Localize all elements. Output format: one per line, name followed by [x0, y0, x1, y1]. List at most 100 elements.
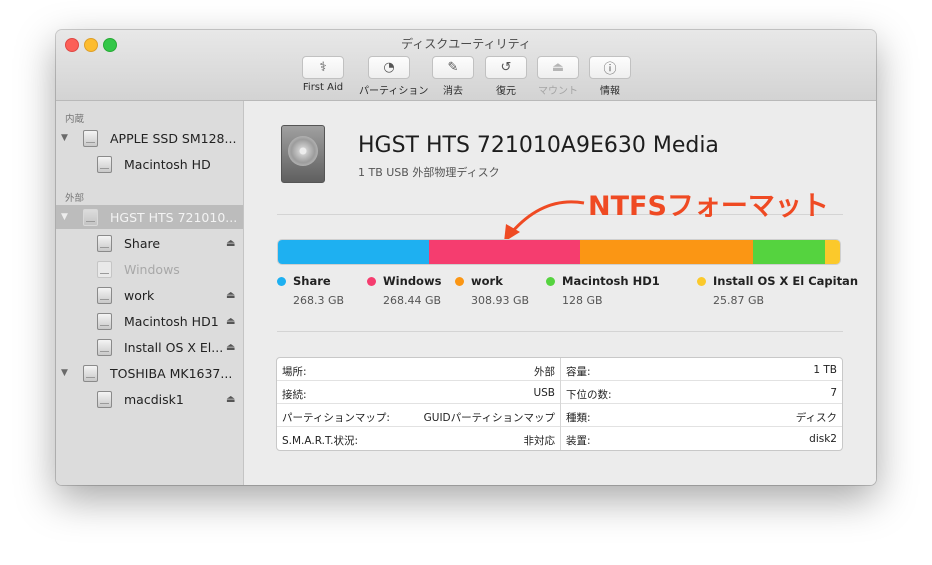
sidebar-item-label: APPLE SSD SM128...	[110, 130, 237, 146]
partition-icon: ◔	[368, 56, 410, 79]
info-row-smart: S.M.A.R.T.状況: 非対応	[277, 427, 560, 450]
info-label: 情報	[600, 86, 620, 97]
info-key: 装置:	[566, 435, 591, 447]
info-row-capacity: 容量: 1 TB	[561, 358, 842, 381]
partition-segment-macintosh-hd1[interactable]	[753, 240, 826, 264]
annotation-text: NTFSフォーマット	[588, 191, 829, 222]
info-value: 外部	[534, 366, 555, 378]
restore-icon: ↺	[485, 56, 527, 79]
info-button[interactable]: ⓘ 情報	[580, 56, 640, 97]
legend-dot	[697, 277, 706, 286]
legend-name: Windows	[383, 274, 442, 288]
info-row-child-count: 下位の数: 7	[561, 381, 842, 404]
disk-subtitle: 1 TB USB 外部物理ディスク	[358, 166, 500, 179]
disclosure-triangle-icon[interactable]: ▼	[61, 212, 68, 222]
divider	[277, 331, 843, 332]
disclosure-triangle-icon[interactable]: ▼	[61, 133, 68, 143]
hard-disk-icon	[281, 125, 325, 183]
first-aid-button[interactable]: ⚕ First Aid	[293, 56, 353, 93]
detail-pane: HGST HTS 721010A9E630 Media 1 TB USB 外部物…	[244, 101, 876, 485]
volume-icon	[97, 234, 112, 252]
annotation-arrow-icon	[504, 200, 585, 242]
info-key: パーティションマップ:	[282, 412, 390, 424]
info-key: 下位の数:	[566, 389, 612, 401]
info-icon: ⓘ	[589, 56, 631, 79]
partition-segment-work[interactable]	[579, 240, 754, 264]
partition-segment-install-os-x-el-capitan[interactable]	[825, 240, 840, 264]
partition-button[interactable]: ◔ パーティション	[359, 56, 429, 97]
info-row-connection: 接続: USB	[277, 381, 560, 404]
restore-label: 復元	[496, 86, 516, 97]
erase-icon: ✎	[432, 56, 474, 79]
sidebar-item-label: HGST HTS 721010...	[110, 209, 238, 225]
partition-label: パーティション	[359, 86, 429, 97]
legend-size: 128 GB	[562, 294, 603, 307]
sidebar-item-work[interactable]: work ⏏	[56, 283, 243, 307]
mount-button[interactable]: ⏏ マウント	[528, 56, 588, 97]
info-value: GUIDパーティションマップ	[423, 412, 555, 424]
volume-icon	[97, 338, 112, 356]
sidebar-item-macdisk1[interactable]: macdisk1 ⏏	[56, 387, 243, 411]
sidebar-item-label: Macintosh HD	[124, 156, 211, 172]
volume-icon	[97, 155, 112, 173]
eject-icon[interactable]: ⏏	[226, 290, 235, 301]
sidebar-item-apple-ssd[interactable]: ▼ APPLE SSD SM128...	[56, 126, 243, 150]
legend-dot	[455, 277, 464, 286]
volume-icon	[97, 260, 112, 278]
legend-name: work	[471, 274, 503, 288]
disclosure-triangle-icon[interactable]: ▼	[61, 368, 68, 378]
legend-size: 25.87 GB	[713, 294, 765, 307]
partition-segment-share[interactable]	[278, 240, 429, 264]
eject-icon[interactable]: ⏏	[226, 394, 235, 405]
erase-button[interactable]: ✎ 消去	[423, 56, 483, 97]
legend-name: Share	[293, 274, 331, 288]
info-key: 接続:	[282, 389, 307, 401]
info-value: 非対応	[523, 435, 556, 447]
sidebar-item-label: Install OS X El...	[124, 339, 224, 355]
info-value: ディスク	[795, 412, 837, 424]
sidebar-item-hgst[interactable]: ▼ HGST HTS 721010...	[56, 205, 243, 229]
info-value: disk2	[809, 433, 837, 445]
info-value: 1 TB	[813, 364, 837, 376]
title-bar: ディスクユーティリティ ⚕ First Aid ◔ パーティション ✎ 消去 ↺…	[56, 30, 876, 101]
volume-icon	[97, 312, 112, 330]
legend-dot	[367, 277, 376, 286]
section-external: 外部	[65, 193, 85, 204]
sidebar-item-share[interactable]: Share ⏏	[56, 231, 243, 255]
legend-dot	[277, 277, 286, 286]
disk-utility-window: ディスクユーティリティ ⚕ First Aid ◔ パーティション ✎ 消去 ↺…	[56, 30, 876, 485]
info-key: S.M.A.R.T.状況:	[282, 435, 359, 447]
sidebar-item-install-os-x[interactable]: Install OS X El... ⏏	[56, 335, 243, 359]
info-row-location: 場所: 外部	[277, 358, 560, 381]
sidebar-item-label: TOSHIBA MK1637...	[110, 365, 233, 381]
drive-icon	[83, 129, 98, 147]
sidebar-item-label: macdisk1	[124, 391, 184, 407]
eject-icon[interactable]: ⏏	[226, 342, 235, 353]
info-table: 場所: 外部 接続: USB パーティションマップ: GUIDパーティションマッ…	[276, 357, 843, 451]
sidebar-item-macintosh-hd[interactable]: Macintosh HD	[56, 152, 243, 176]
mount-icon: ⏏	[537, 56, 579, 79]
sidebar-item-label: work	[124, 287, 155, 303]
sidebar-item-toshiba[interactable]: ▼ TOSHIBA MK1637...	[56, 361, 243, 385]
eject-icon[interactable]: ⏏	[226, 238, 235, 249]
legend-size: 268.44 GB	[383, 294, 442, 307]
eject-icon[interactable]: ⏏	[226, 316, 235, 327]
info-value: USB	[533, 387, 555, 399]
volume-icon	[97, 286, 112, 304]
partition-segment-windows[interactable]	[428, 240, 580, 264]
sidebar-item-label: Share	[124, 235, 161, 251]
sidebar-item-label: Windows	[124, 261, 180, 277]
sidebar-item-macintosh-hd1[interactable]: Macintosh HD1 ⏏	[56, 309, 243, 333]
mount-label: マウント	[538, 86, 578, 97]
erase-label: 消去	[443, 86, 463, 97]
legend-size: 268.3 GB	[293, 294, 345, 307]
legend-dot	[546, 277, 555, 286]
info-value: 7	[830, 387, 837, 399]
sidebar-item-windows[interactable]: Windows	[56, 257, 243, 281]
volume-icon	[97, 390, 112, 408]
restore-button[interactable]: ↺ 復元	[476, 56, 536, 97]
info-row-device: 装置: disk2	[561, 427, 842, 450]
partition-bar	[277, 239, 841, 265]
info-row-partition-map: パーティションマップ: GUIDパーティションマップ	[277, 404, 560, 427]
section-internal: 内蔵	[65, 114, 85, 125]
